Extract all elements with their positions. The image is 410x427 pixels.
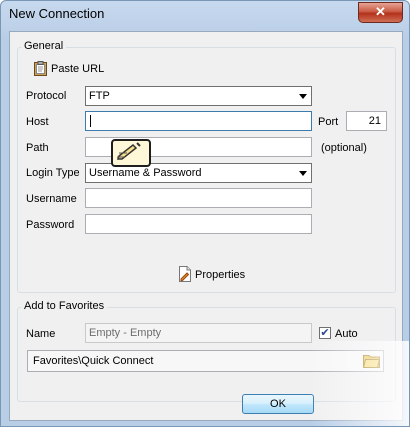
properties-document-icon: [178, 266, 192, 285]
new-connection-window: New Connection ✕ General Paste URL Proto…: [0, 0, 410, 427]
checkmark-icon: ✔: [320, 327, 330, 339]
protocol-value: FTP: [89, 90, 110, 102]
general-group-title: General: [21, 40, 67, 52]
path-optional-hint: (optional): [321, 142, 367, 154]
favorite-name-value: Empty - Empty: [89, 327, 162, 339]
paste-url-label: Paste URL: [51, 63, 105, 75]
protocol-select[interactable]: FTP: [85, 86, 312, 106]
username-label: Username: [26, 193, 77, 205]
pen-edit-icon: [111, 139, 151, 167]
username-input[interactable]: [85, 188, 312, 208]
password-input[interactable]: [85, 214, 312, 234]
text-caret: [90, 115, 91, 127]
login-type-label: Login Type: [26, 167, 80, 179]
port-input[interactable]: 21: [346, 111, 387, 131]
port-label: Port: [318, 116, 339, 128]
password-label: Password: [26, 219, 75, 231]
favorites-folder-path-text: Favorites\Quick Connect: [33, 355, 154, 367]
favorites-group-title: Add to Favorites: [21, 300, 108, 312]
clipboard-icon: [34, 61, 47, 79]
chevron-down-icon: [299, 94, 307, 99]
host-input[interactable]: [85, 111, 312, 131]
port-value: 21: [368, 115, 381, 127]
favorite-name-input[interactable]: Empty - Empty: [85, 323, 312, 343]
login-type-value: Username & Password: [89, 167, 202, 179]
favorite-name-label: Name: [26, 328, 56, 340]
close-button[interactable]: ✕: [358, 2, 403, 23]
background-fade: [309, 341, 409, 426]
host-label: Host: [26, 116, 49, 128]
ok-button[interactable]: OK: [242, 394, 314, 414]
auto-checkbox[interactable]: ✔: [319, 327, 331, 339]
protocol-label: Protocol: [26, 90, 67, 102]
window-title: New Connection: [9, 6, 105, 21]
properties-button[interactable]: Properties: [178, 266, 258, 282]
properties-label: Properties: [195, 269, 246, 281]
chevron-down-icon: [299, 171, 307, 176]
auto-label: Auto: [335, 328, 358, 340]
title-bar[interactable]: New Connection ✕: [1, 1, 409, 27]
path-label: Path: [26, 142, 49, 154]
